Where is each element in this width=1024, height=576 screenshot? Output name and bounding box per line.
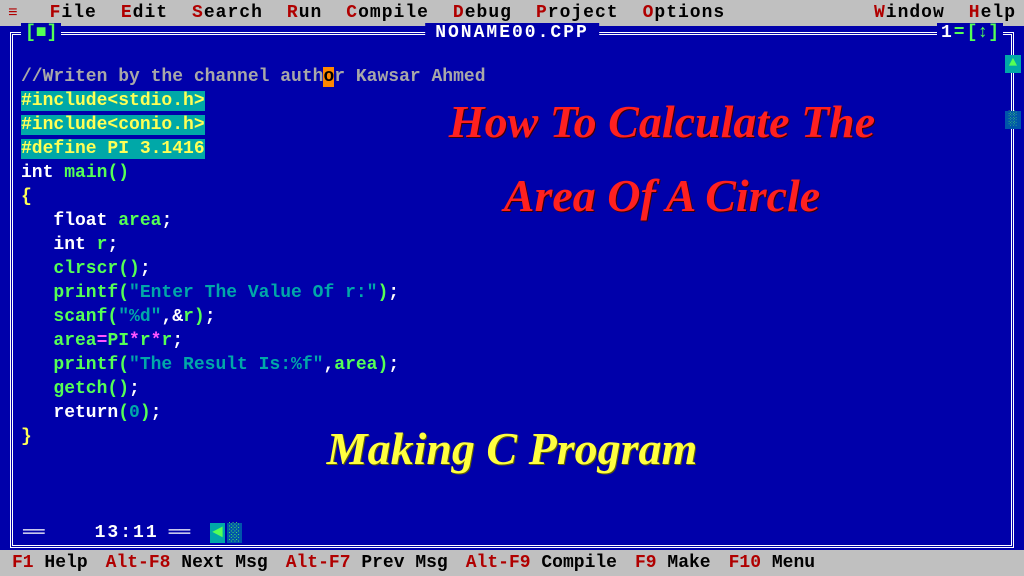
fkey-help[interactable]: F1 Help bbox=[12, 553, 88, 573]
menu-run[interactable]: Run bbox=[287, 3, 322, 23]
fkey-menu[interactable]: F10 Menu bbox=[729, 553, 815, 573]
menu-window[interactable]: Window bbox=[874, 3, 945, 23]
fkey-compile[interactable]: Alt-F9 Compile bbox=[466, 553, 617, 573]
cursor-position: 13:11 bbox=[95, 523, 159, 543]
status-bar: F1 Help Alt-F8 Next Msg Alt-F7 Prev Msg … bbox=[0, 550, 1024, 576]
text-cursor: o bbox=[323, 67, 334, 87]
menu-options[interactable]: Options bbox=[643, 3, 726, 23]
editor-window: [■] NONAME00.CPP 1=[↕] ▲ ░ //Writen by t… bbox=[10, 32, 1014, 548]
vertical-scrollbar[interactable]: ▲ ░ bbox=[1005, 55, 1019, 129]
zoom-icon[interactable]: [↕] bbox=[967, 23, 999, 43]
window-title: NONAME00.CPP bbox=[425, 23, 599, 43]
fkey-prev-msg[interactable]: Alt-F7 Prev Msg bbox=[286, 553, 448, 573]
hscroll-thumb[interactable]: ░ bbox=[227, 523, 242, 543]
window-controls-right: 1=[↕] bbox=[937, 23, 1003, 43]
editor-frame: [■] NONAME00.CPP 1=[↕] ▲ ░ //Writen by t… bbox=[0, 26, 1024, 550]
code-editor[interactable]: //Writen by the channel author Kawsar Ah… bbox=[21, 41, 1003, 473]
menu-project[interactable]: Project bbox=[536, 3, 619, 23]
scroll-up-icon[interactable]: ▲ bbox=[1005, 55, 1021, 73]
scroll-left-icon[interactable]: ◄ bbox=[210, 523, 225, 543]
menu-debug[interactable]: Debug bbox=[453, 3, 512, 23]
menu-compile[interactable]: Compile bbox=[346, 3, 429, 23]
editor-bottom-border: ══ 13:11 ══ ◄ ░ bbox=[23, 523, 1001, 543]
window-close-icon[interactable]: [■] bbox=[21, 23, 61, 43]
fkey-make[interactable]: F9 Make bbox=[635, 553, 711, 573]
menu-edit[interactable]: Edit bbox=[121, 3, 168, 23]
menu-search[interactable]: Search bbox=[192, 3, 263, 23]
scroll-thumb[interactable]: ░ bbox=[1005, 111, 1021, 129]
menu-file[interactable]: File bbox=[50, 3, 97, 23]
menu-help[interactable]: Help bbox=[969, 3, 1016, 23]
fkey-next-msg[interactable]: Alt-F8 Next Msg bbox=[106, 553, 268, 573]
system-menu-icon[interactable]: ≡ bbox=[8, 4, 18, 22]
selected-text: #include<stdio.h> bbox=[21, 91, 205, 111]
window-number: 1 bbox=[941, 23, 952, 43]
